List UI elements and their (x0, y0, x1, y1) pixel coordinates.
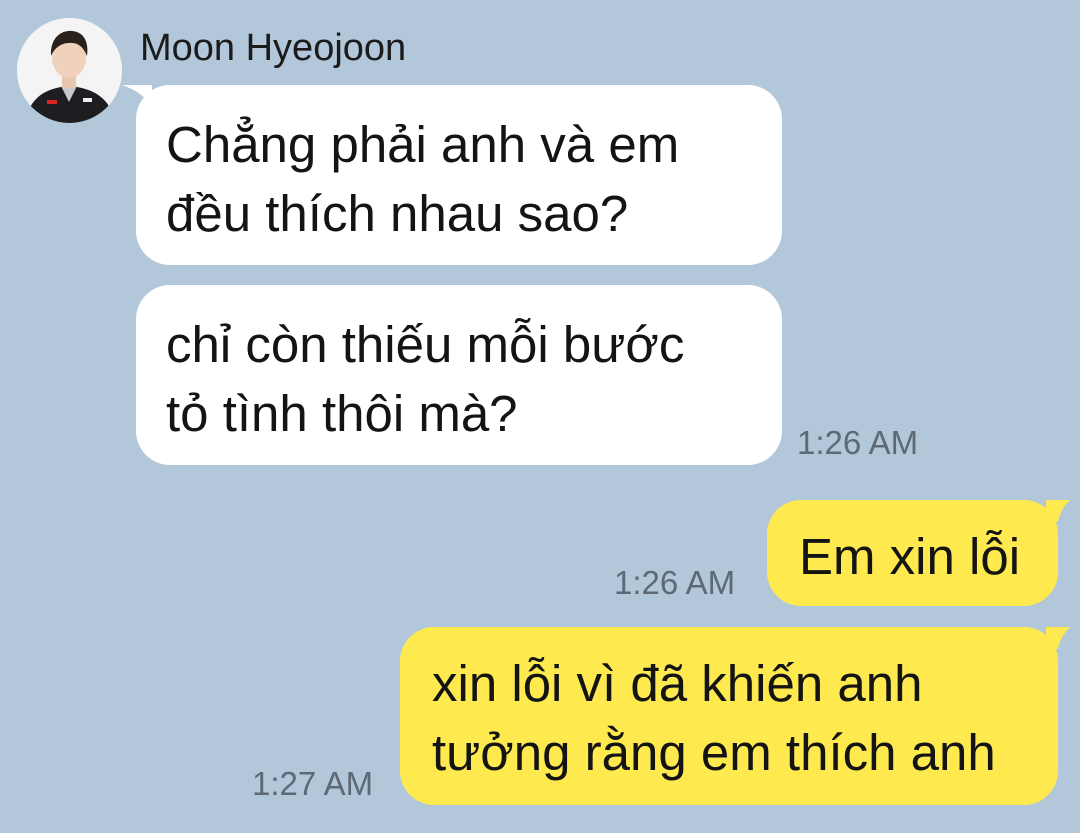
outgoing-message-bubble[interactable]: Em xin lỗi (767, 500, 1058, 606)
message-timestamp: 1:26 AM (614, 564, 736, 601)
message-timestamp: 1:26 AM (797, 424, 919, 461)
outgoing-message-bubble[interactable]: xin lỗi vì đã khiến anh tưởng rằng em th… (400, 627, 1058, 805)
message-text-line: Em xin lỗi (799, 528, 1021, 585)
message-text-line: tưởng rằng em thích anh (432, 724, 996, 781)
message-text-line: chỉ còn thiếu mỗi bước (166, 316, 685, 373)
message-timestamp: 1:27 AM (252, 765, 374, 802)
incoming-bubble-tail (122, 85, 152, 107)
message-text-line: đều thích nhau sao? (166, 185, 629, 242)
message-text-line: Chẳng phải anh và em (166, 116, 680, 173)
outgoing-bubble-tail (1046, 627, 1070, 649)
sender-name: Moon Hyeojoon (140, 27, 407, 69)
incoming-message-bubble[interactable]: Chẳng phải anh và em đều thích nhau sao? (136, 85, 782, 265)
message-text-line: xin lỗi vì đã khiến anh (432, 655, 923, 712)
sender-avatar[interactable] (17, 18, 122, 123)
outgoing-bubble-tail (1046, 500, 1070, 522)
incoming-message-bubble[interactable]: chỉ còn thiếu mỗi bước tỏ tình thôi mà? (136, 285, 782, 465)
message-text-line: tỏ tình thôi mà? (166, 385, 518, 442)
